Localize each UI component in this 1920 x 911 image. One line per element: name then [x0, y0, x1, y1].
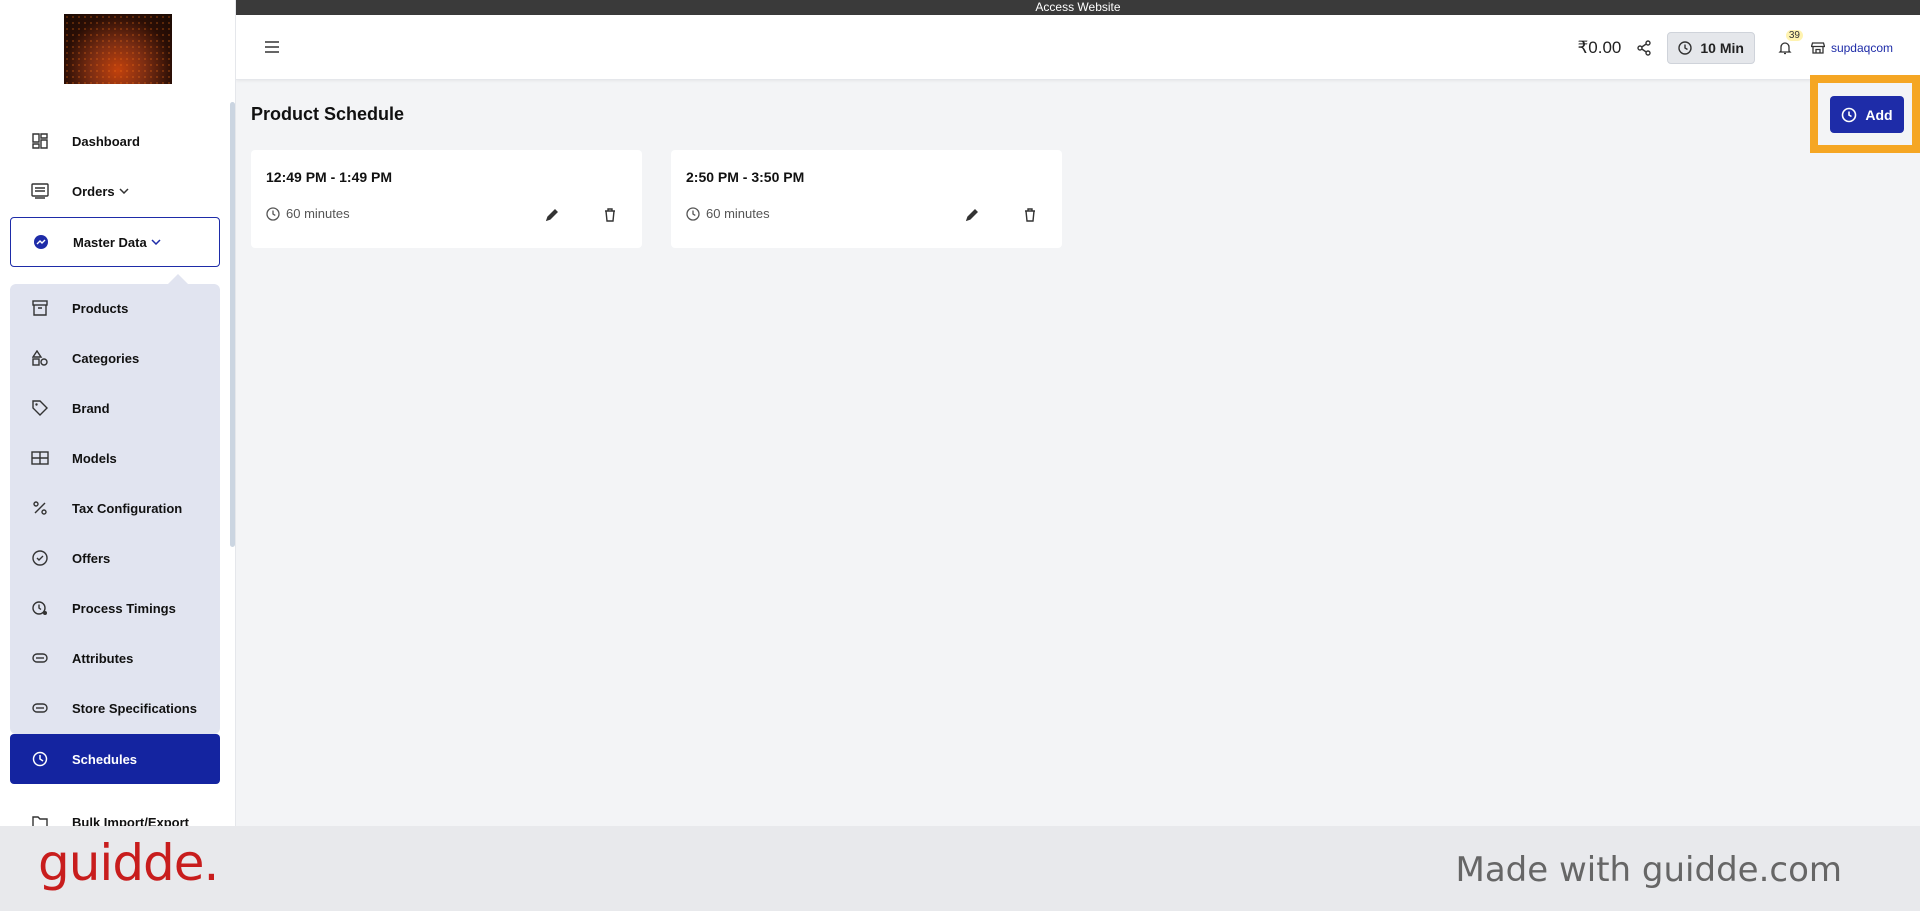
time-chip-label: 10 Min: [1700, 39, 1744, 56]
schedule-duration-text: 60 minutes: [706, 206, 770, 221]
sidebar-item-tax-configuration[interactable]: Tax Configuration: [10, 483, 220, 533]
sidebar-item-offers[interactable]: Offers: [10, 533, 220, 583]
tag-icon: [30, 398, 50, 418]
add-button-label: Add: [1865, 106, 1893, 123]
schedule-card: 12:49 PM - 1:49 PM 60 minutes: [251, 150, 642, 248]
orders-icon: [30, 181, 50, 201]
delivery-time-chip[interactable]: 10 Min: [1667, 31, 1755, 64]
sidebar-item-label: Bulk Import/Export: [72, 814, 190, 827]
sidebar-item-label: Attributes: [72, 650, 134, 666]
store-selector[interactable]: supdaqcom: [1810, 40, 1893, 55]
sidebar-item-orders[interactable]: Orders: [10, 166, 220, 216]
schedule-time-range: 12:49 PM - 1:49 PM: [266, 169, 393, 185]
notification-count-badge: 39: [1785, 29, 1803, 41]
folder-icon: [30, 812, 50, 826]
clock-icon: [1678, 40, 1693, 55]
models-icon: [30, 448, 50, 468]
schedule-time-range: 2:50 PM - 3:50 PM: [686, 169, 805, 185]
sidebar-item-label: Store Specifications: [72, 700, 197, 716]
made-with-text: Made with guidde.com: [1455, 850, 1842, 890]
dashboard-icon: [30, 131, 50, 151]
shapes-icon: [30, 348, 50, 368]
schedule-duration: 60 minutes: [266, 206, 350, 221]
store-icon: [1810, 41, 1825, 54]
top-header: ₹0.00 10 Min 39 supdaqcom: [236, 15, 1920, 80]
chevron-down-icon: [119, 188, 129, 194]
store-name: supdaqcom: [1830, 40, 1893, 55]
sidebar-item-models[interactable]: Models: [10, 433, 220, 483]
clock-icon: [686, 206, 700, 221]
sidebar-item-label: Dashboard: [72, 133, 140, 149]
edit-icon[interactable]: [961, 204, 983, 226]
sidebar-item-label: Schedules: [72, 751, 138, 767]
sidebar-item-brand[interactable]: Brand: [10, 383, 220, 433]
sidebar-item-label: Brand: [72, 400, 110, 416]
bell-icon: [1778, 41, 1792, 54]
schedule-duration-text: 60 minutes: [286, 206, 350, 221]
timer-settings-icon: [30, 598, 50, 618]
sidebar-scrollbar[interactable]: [230, 102, 235, 547]
percent-icon: [30, 498, 50, 518]
archive-icon: [30, 298, 50, 318]
chevron-down-icon: [151, 239, 161, 245]
sidebar-item-label: Models: [72, 450, 117, 466]
delete-icon[interactable]: [599, 204, 621, 226]
sidebar-item-categories[interactable]: Categories: [10, 333, 220, 383]
hamburger-menu-icon[interactable]: [260, 35, 284, 59]
sidebar-item-attributes[interactable]: Attributes: [10, 633, 220, 683]
sidebar-item-schedules[interactable]: Schedules: [10, 734, 220, 784]
sidebar-item-products[interactable]: Products: [10, 283, 220, 333]
sidebar-item-label: Categories: [72, 350, 140, 366]
sidebar-item-label: Products: [72, 300, 129, 316]
sidebar-item-label: Orders: [72, 183, 115, 199]
notifications-button[interactable]: 39: [1771, 29, 1803, 62]
clock-icon: [266, 206, 280, 221]
sidebar-item-label: Tax Configuration: [72, 500, 183, 516]
clock-icon: [1842, 107, 1857, 122]
wallet-balance: ₹0.00: [1577, 37, 1622, 57]
sidebar: Dashboard Orders Master Data Products Ca…: [0, 0, 236, 826]
schedule-duration: 60 minutes: [686, 206, 770, 221]
verified-badge-icon: [30, 548, 50, 568]
access-website-bar[interactable]: Access Website: [236, 0, 1920, 15]
share-icon[interactable]: [1633, 37, 1655, 59]
schedule-card: 2:50 PM - 3:50 PM 60 minutes: [671, 150, 1062, 248]
sidebar-item-bulk-import-export[interactable]: Bulk Import/Export: [10, 797, 220, 826]
page-title: Product Schedule: [251, 104, 405, 124]
delete-icon[interactable]: [1019, 204, 1041, 226]
sidebar-item-store-specifications[interactable]: Store Specifications: [10, 683, 220, 733]
sidebar-item-master-data[interactable]: Master Data: [10, 217, 220, 267]
sidebar-item-dashboard[interactable]: Dashboard: [10, 116, 220, 166]
sidebar-item-label: Master Data: [73, 234, 147, 250]
company-logo: [64, 14, 172, 84]
guidde-logo: guidde.: [38, 834, 219, 892]
sidebar-item-label: Offers: [72, 550, 111, 566]
pill-icon: [30, 698, 50, 718]
pill-icon: [30, 648, 50, 668]
add-schedule-button[interactable]: Add: [1830, 96, 1904, 133]
schedule-icon: [30, 749, 50, 769]
edit-icon[interactable]: [541, 204, 563, 226]
sidebar-item-label: Process Timings: [72, 600, 176, 616]
master-data-icon: [31, 232, 51, 252]
sidebar-item-process-timings[interactable]: Process Timings: [10, 583, 220, 633]
guidde-footer: guidde. Made with guidde.com: [0, 826, 1920, 911]
